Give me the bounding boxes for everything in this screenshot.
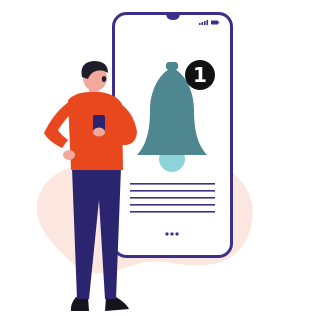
right-hand: [93, 127, 105, 137]
badge-count: 1: [193, 63, 207, 87]
left-shoe: [70, 297, 89, 311]
notification-badge: 1: [185, 60, 215, 90]
signal-icon: [199, 23, 201, 25]
left-hand: [63, 150, 75, 160]
notification-illustration: 1: [0, 0, 259, 316]
ear: [101, 76, 107, 82]
illustration-svg: 1: [36, 12, 253, 311]
left-arm: [44, 101, 72, 148]
right-shoe: [105, 297, 129, 311]
battery-icon: [211, 20, 218, 25]
pagination-dots: [165, 232, 179, 236]
